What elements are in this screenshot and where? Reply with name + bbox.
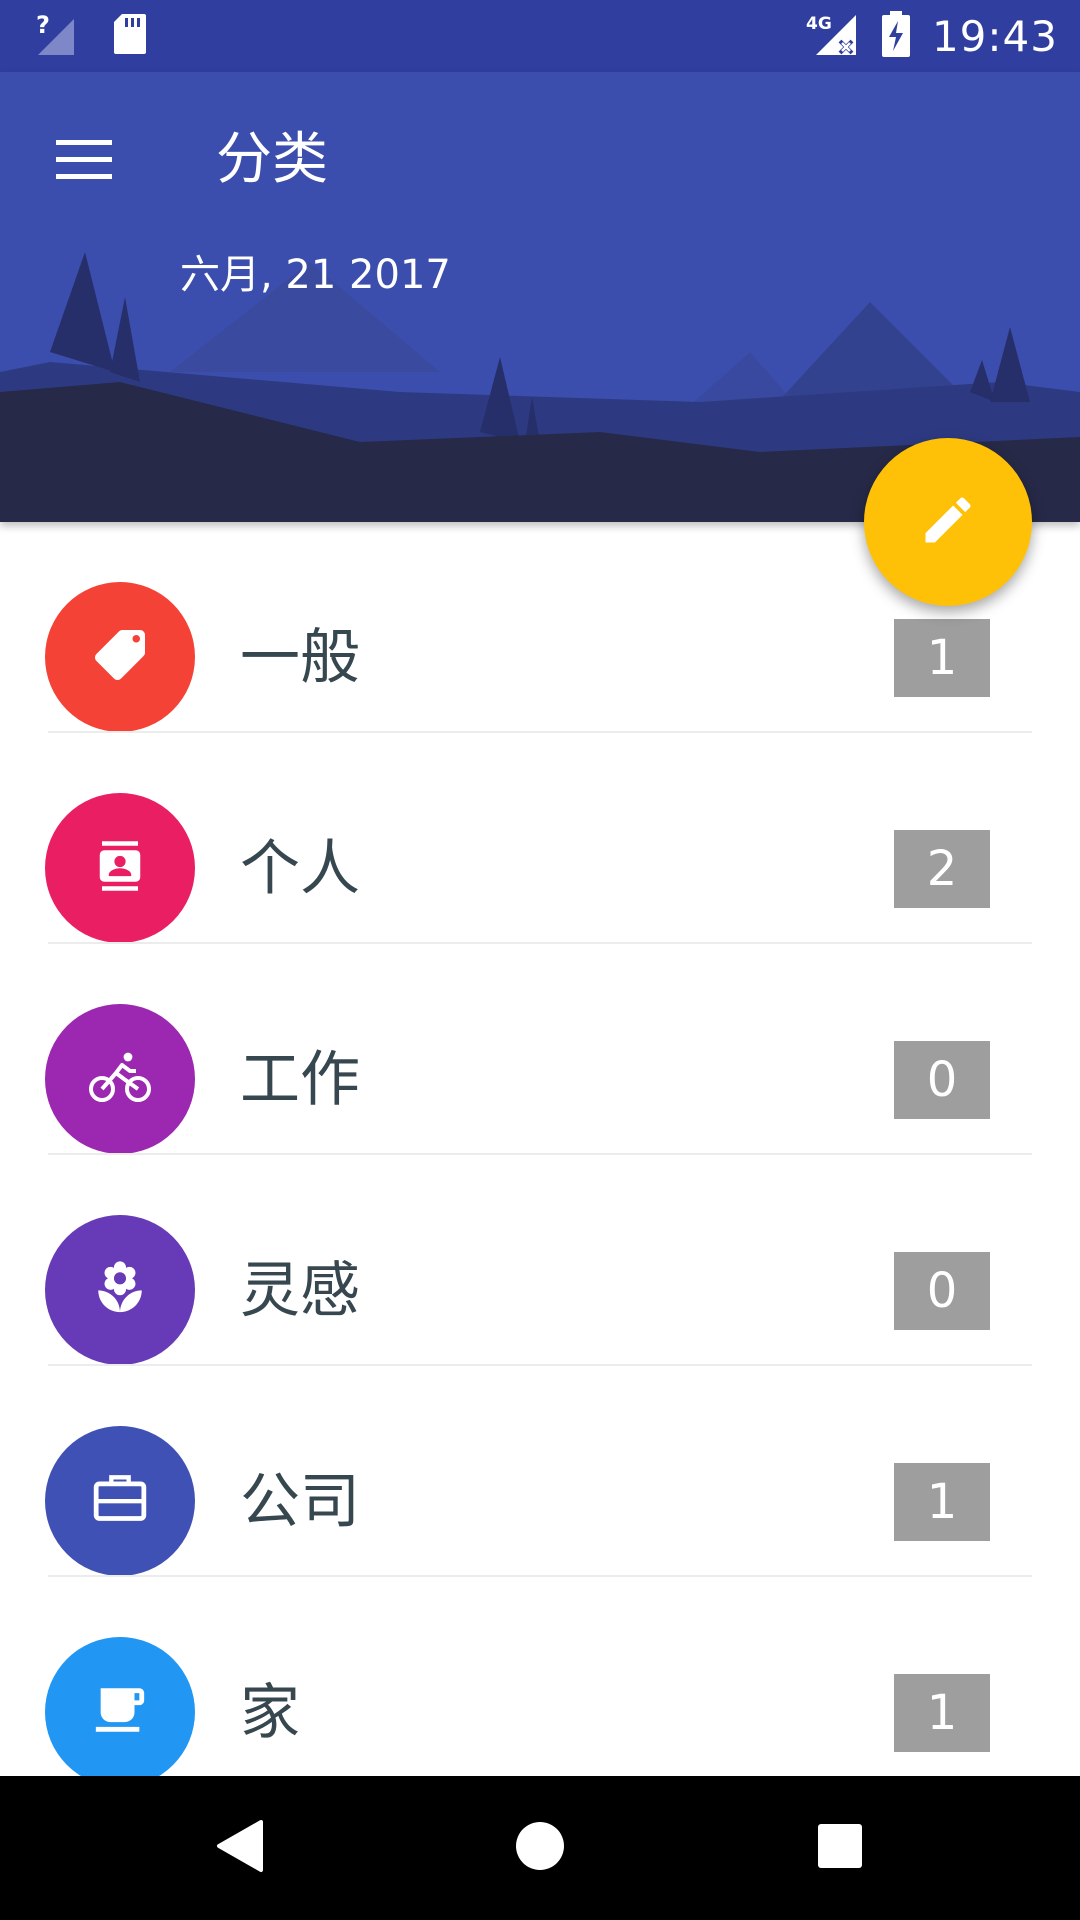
nav-back-button[interactable] — [196, 1804, 284, 1892]
category-label: 公司 — [240, 1467, 360, 1537]
category-icon-circle — [45, 793, 195, 943]
coffee-cup-icon — [91, 1681, 149, 1743]
briefcase-icon — [91, 1473, 149, 1529]
svg-text:4G: 4G — [806, 14, 832, 34]
signal-4g-no-data-icon: 4G — [806, 11, 860, 61]
page-title: 分类 — [216, 127, 328, 192]
nav-home-button[interactable] — [496, 1804, 584, 1892]
category-icon-circle — [45, 1004, 195, 1154]
category-row-inspiration[interactable]: 灵感 0 — [0, 1155, 1080, 1366]
svg-text:?: ? — [36, 11, 50, 39]
category-icon-circle — [45, 1426, 195, 1576]
battery-charging-icon — [881, 11, 910, 61]
back-icon — [215, 1819, 265, 1877]
contact-card-icon — [93, 839, 147, 897]
bicycle-icon — [88, 1049, 152, 1109]
category-count-badge: 1 — [894, 1463, 990, 1541]
home-icon — [515, 1821, 565, 1875]
system-nav-bar — [0, 1776, 1080, 1920]
menu-button[interactable] — [44, 122, 124, 202]
category-count-badge: 2 — [894, 830, 990, 908]
category-label: 个人 — [240, 834, 360, 904]
category-icon-circle — [45, 1215, 195, 1365]
header-date: 六月, 21 2017 — [180, 252, 451, 298]
status-time: 19:43 — [931, 11, 1058, 61]
category-icon-circle — [45, 582, 195, 732]
signal-unknown-icon: ? — [34, 11, 78, 61]
category-row-home[interactable]: 家 1 — [0, 1577, 1080, 1776]
pencil-icon — [918, 490, 978, 554]
category-row-company[interactable]: 公司 1 — [0, 1366, 1080, 1577]
category-row-personal[interactable]: 个人 2 — [0, 733, 1080, 944]
status-bar: ? 4G 19:43 — [0, 0, 1080, 72]
category-label: 灵感 — [240, 1256, 360, 1326]
nav-recents-button[interactable] — [796, 1804, 884, 1892]
status-bar-left: ? — [34, 11, 148, 61]
tag-icon — [90, 625, 150, 689]
sd-card-icon — [112, 12, 148, 60]
category-count-badge: 1 — [894, 1674, 990, 1752]
flower-icon — [91, 1259, 149, 1321]
hamburger-menu-icon — [56, 140, 112, 184]
category-row-work[interactable]: 工作 0 — [0, 944, 1080, 1155]
category-count-badge: 0 — [894, 1041, 990, 1119]
category-count-badge: 1 — [894, 619, 990, 697]
status-bar-right: 4G 19:43 — [806, 11, 1058, 61]
recents-icon — [817, 1823, 863, 1873]
category-label: 工作 — [240, 1045, 360, 1115]
category-count-badge: 0 — [894, 1252, 990, 1330]
edit-fab-button[interactable] — [864, 438, 1032, 606]
category-label: 一般 — [240, 623, 360, 693]
category-label: 家 — [240, 1678, 300, 1748]
category-icon-circle — [45, 1637, 195, 1776]
category-list: 一般 1 个人 2 工作 0 灵感 0 公司 1 家 1 — [0, 522, 1080, 1776]
